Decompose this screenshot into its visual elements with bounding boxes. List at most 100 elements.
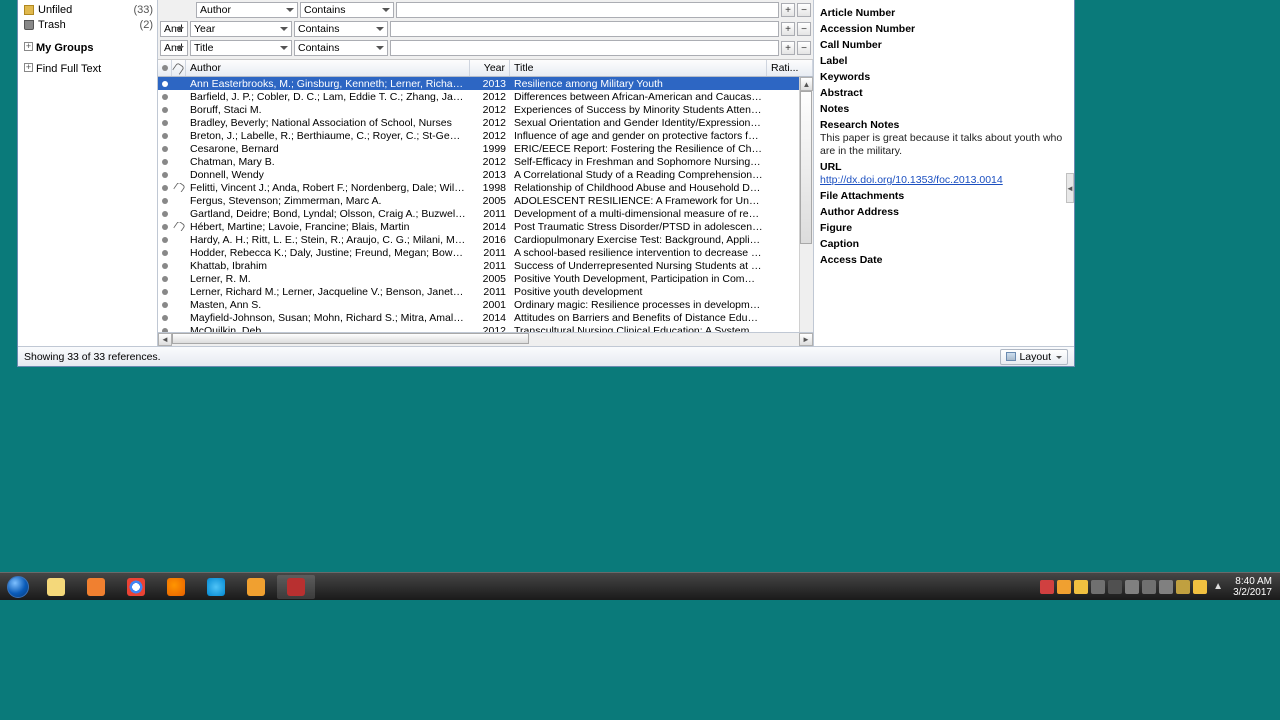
taskbar-item-firefox[interactable] — [157, 575, 195, 599]
tray-icon[interactable] — [1193, 580, 1207, 594]
table-row[interactable]: Khattab, Ibrahim2011Success of Underrepr… — [158, 259, 813, 272]
col-rating[interactable]: Rati... — [767, 60, 813, 76]
table-row[interactable]: Boruff, Staci M.2012Experiences of Succe… — [158, 103, 813, 116]
tray-icon[interactable] — [1108, 580, 1122, 594]
table-row[interactable]: Bradley, Beverly; National Association o… — [158, 116, 813, 129]
table-row[interactable]: Fergus, Stevenson; Zimmerman, Marc A.200… — [158, 194, 813, 207]
table-row[interactable]: Breton, J.; Labelle, R.; Berthiaume, C.;… — [158, 129, 813, 142]
search-input[interactable] — [390, 40, 779, 56]
search-input[interactable] — [396, 2, 779, 18]
title-cell: Development of a multi-dimensional measu… — [510, 208, 767, 220]
year-cell: 2012 — [470, 104, 510, 116]
expand-icon[interactable]: + — [24, 42, 33, 51]
remove-row-button[interactable]: − — [797, 22, 811, 36]
taskbar-item-endnote[interactable] — [277, 575, 315, 599]
sidebar-item-label: Unfiled — [38, 4, 72, 16]
tray-icon[interactable] — [1074, 580, 1088, 594]
add-row-button[interactable]: + — [781, 22, 795, 36]
scroll-track[interactable] — [172, 333, 799, 346]
scroll-up-icon[interactable]: ▲ — [800, 77, 813, 91]
field-label: Access Date — [820, 254, 1068, 266]
system-tray: ▲ 8:40 AM 3/2/2017 — [1040, 576, 1280, 598]
field-select[interactable]: Title — [190, 40, 292, 56]
table-row[interactable]: McQuilkin, Deb2012Transcultural Nursing … — [158, 324, 813, 332]
read-cell — [158, 107, 172, 113]
table-row[interactable]: Hodder, Rebecca K.; Daly, Justine; Freun… — [158, 246, 813, 259]
bool-select[interactable]: And — [160, 21, 188, 37]
col-author[interactable]: Author — [186, 60, 470, 76]
clock[interactable]: 8:40 AM 3/2/2017 — [1229, 576, 1276, 598]
scroll-right-icon[interactable]: ► — [799, 333, 813, 346]
scroll-thumb[interactable] — [172, 333, 529, 344]
list-rows[interactable]: Ann Easterbrooks, M.; Ginsburg, Kenneth;… — [158, 77, 813, 332]
col-read[interactable] — [158, 60, 172, 76]
table-row[interactable]: Barfield, J. P.; Cobler, D. C.; Lam, Edd… — [158, 90, 813, 103]
table-row[interactable]: Donnell, Wendy2013A Correlational Study … — [158, 168, 813, 181]
tray-icon[interactable] — [1142, 580, 1156, 594]
author-cell: Lerner, Richard M.; Lerner, Jacqueline V… — [186, 286, 470, 298]
table-row[interactable]: Felitti, Vincent J.; Anda, Robert F.; No… — [158, 181, 813, 194]
table-row[interactable]: Lerner, R. M.2005Positive Youth Developm… — [158, 272, 813, 285]
table-row[interactable]: Hardy, A. H.; Ritt, L. E.; Stein, R.; Ar… — [158, 233, 813, 246]
title-cell: Ordinary magic: Resilience processes in … — [510, 299, 767, 311]
title-cell: Influence of age and gender on protectiv… — [510, 130, 767, 142]
tray-overflow-icon[interactable]: ▲ — [1211, 581, 1225, 592]
read-status-icon — [162, 302, 168, 308]
table-row[interactable]: Gartland, Deidre; Bond, Lyndal; Olsson, … — [158, 207, 813, 220]
taskbar-item-outlook[interactable] — [237, 575, 275, 599]
taskbar-item-file-explorer[interactable] — [37, 575, 75, 599]
add-row-button[interactable]: + — [781, 3, 795, 17]
tray-icon[interactable] — [1176, 580, 1190, 594]
tray-icon[interactable] — [1125, 580, 1139, 594]
bool-select[interactable]: And — [160, 40, 188, 56]
tray-icon[interactable] — [1057, 580, 1071, 594]
tray-icon[interactable] — [1040, 580, 1054, 594]
collapse-handle[interactable]: ◄ — [1066, 173, 1074, 203]
add-row-button[interactable]: + — [781, 41, 795, 55]
table-row[interactable]: Lerner, Richard M.; Lerner, Jacqueline V… — [158, 285, 813, 298]
title-cell: Positive Youth Development, Participatio… — [510, 273, 767, 285]
table-row[interactable]: Mayfield-Johnson, Susan; Mohn, Richard S… — [158, 311, 813, 324]
title-cell: ERIC/EECE Report: Fostering the Resilien… — [510, 143, 767, 155]
search-input[interactable] — [390, 21, 779, 37]
table-row[interactable]: Cesarone, Bernard1999ERIC/EECE Report: F… — [158, 142, 813, 155]
table-row[interactable]: Chatman, Mary B.2012Self-Efficacy in Fre… — [158, 155, 813, 168]
operator-select[interactable]: Contains — [300, 2, 394, 18]
col-year[interactable]: Year — [470, 60, 510, 76]
table-row[interactable]: Masten, Ann S.2001Ordinary magic: Resili… — [158, 298, 813, 311]
horizontal-scrollbar[interactable]: ◄ ► — [158, 332, 813, 346]
year-cell: 2012 — [470, 117, 510, 129]
col-title[interactable]: Title — [510, 60, 767, 76]
vertical-scrollbar[interactable]: ▲ — [799, 77, 813, 332]
layout-icon — [1006, 352, 1016, 361]
sidebar-item-unfiled[interactable]: Unfiled (33) — [18, 2, 157, 17]
table-row[interactable]: Ann Easterbrooks, M.; Ginsburg, Kenneth;… — [158, 77, 813, 90]
title-cell: Experiences of Success by Minority Stude… — [510, 104, 767, 116]
field-select[interactable]: Year — [190, 21, 292, 37]
expand-icon[interactable]: + — [24, 63, 33, 72]
operator-select[interactable]: Contains — [294, 40, 388, 56]
chrome-icon — [127, 578, 145, 596]
taskbar-item-ie[interactable] — [197, 575, 235, 599]
field-label: Keywords — [820, 71, 1068, 83]
sidebar-group-findfulltext[interactable]: + Find Full Text — [18, 61, 157, 76]
taskbar-item-wmp[interactable] — [77, 575, 115, 599]
operator-select[interactable]: Contains — [294, 21, 388, 37]
layout-button[interactable]: Layout — [1000, 349, 1068, 365]
start-button[interactable] — [0, 573, 36, 601]
scroll-thumb[interactable] — [800, 91, 812, 244]
col-attachment[interactable] — [172, 60, 186, 76]
scroll-left-icon[interactable]: ◄ — [158, 333, 172, 346]
remove-row-button[interactable]: − — [797, 41, 811, 55]
tray-icon[interactable] — [1159, 580, 1173, 594]
tray-icon[interactable] — [1091, 580, 1105, 594]
title-cell: Self-Efficacy in Freshman and Sophomore … — [510, 156, 767, 168]
sidebar-item-trash[interactable]: Trash (2) — [18, 17, 157, 32]
read-status-icon — [162, 185, 168, 191]
url-link[interactable]: http://dx.doi.org/10.1353/foc.2013.0014 — [820, 174, 1003, 186]
taskbar-item-chrome[interactable] — [117, 575, 155, 599]
remove-row-button[interactable]: − — [797, 3, 811, 17]
field-select[interactable]: Author — [196, 2, 298, 18]
table-row[interactable]: Hébert, Martine; Lavoie, Francine; Blais… — [158, 220, 813, 233]
sidebar-group-mygroups[interactable]: + My Groups — [18, 40, 157, 55]
